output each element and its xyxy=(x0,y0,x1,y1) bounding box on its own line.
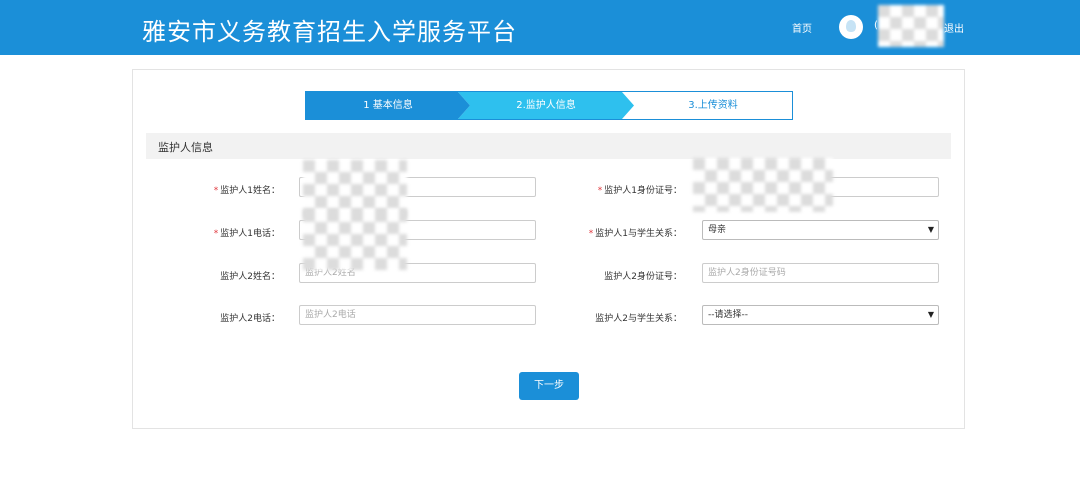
g2-relation-select[interactable]: --请选择-- ▼ xyxy=(702,305,939,325)
redacted-g1-id xyxy=(693,158,833,212)
next-step-button[interactable]: 下一步 xyxy=(519,372,579,400)
step-basic-info: 1 基本信息 xyxy=(306,92,470,119)
step-progress: 1 基本信息 2.监护人信息 3.上传资料 xyxy=(305,91,793,120)
g2-relation-value: --请选择-- xyxy=(708,310,748,320)
g2-relation-label: 监护人2与学生关系： xyxy=(595,314,682,324)
redacted-username xyxy=(878,5,944,47)
step-guardian-info: 2.监护人信息 xyxy=(458,92,634,119)
top-header: 雅安市义务教育招生入学服务平台 首页 ( 退出 xyxy=(0,0,1080,55)
required-mark: * xyxy=(213,229,219,239)
logout-link[interactable]: 退出 xyxy=(944,20,964,35)
user-avatar-icon[interactable] xyxy=(839,15,863,39)
step-upload: 3.上传资料 xyxy=(688,100,738,111)
dropdown-arrow-icon: ▼ xyxy=(927,225,934,234)
required-mark: * xyxy=(213,186,219,196)
g1-name-label: * 监护人1姓名： xyxy=(213,186,280,196)
g1-relation-select[interactable]: 母亲 ▼ xyxy=(702,220,939,240)
home-link[interactable]: 首页 xyxy=(792,20,812,35)
g1-id-label: * 监护人1身份证号： xyxy=(597,186,682,196)
g2-phone-label: 监护人2电话： xyxy=(220,314,280,324)
g1-phone-label: * 监护人1电话： xyxy=(213,229,280,239)
g2-id-input[interactable]: 监护人2身份证号码 xyxy=(702,263,939,283)
section-header: 监护人信息 xyxy=(146,133,951,159)
required-mark: * xyxy=(588,229,594,239)
g1-relation-value: 母亲 xyxy=(708,225,727,235)
dropdown-arrow-icon: ▼ xyxy=(927,310,934,319)
g2-phone-input[interactable]: 监护人2电话 xyxy=(299,305,536,325)
platform-title: 雅安市义务教育招生入学服务平台 xyxy=(142,18,517,46)
g2-id-label: 监护人2身份证号： xyxy=(604,272,682,282)
g2-name-label: 监护人2姓名： xyxy=(220,272,280,282)
section-title: 监护人信息 xyxy=(158,141,213,154)
redacted-g1-phone xyxy=(303,210,407,270)
g1-relation-label: * 监护人1与学生关系： xyxy=(588,229,682,239)
required-mark: * xyxy=(597,186,603,196)
